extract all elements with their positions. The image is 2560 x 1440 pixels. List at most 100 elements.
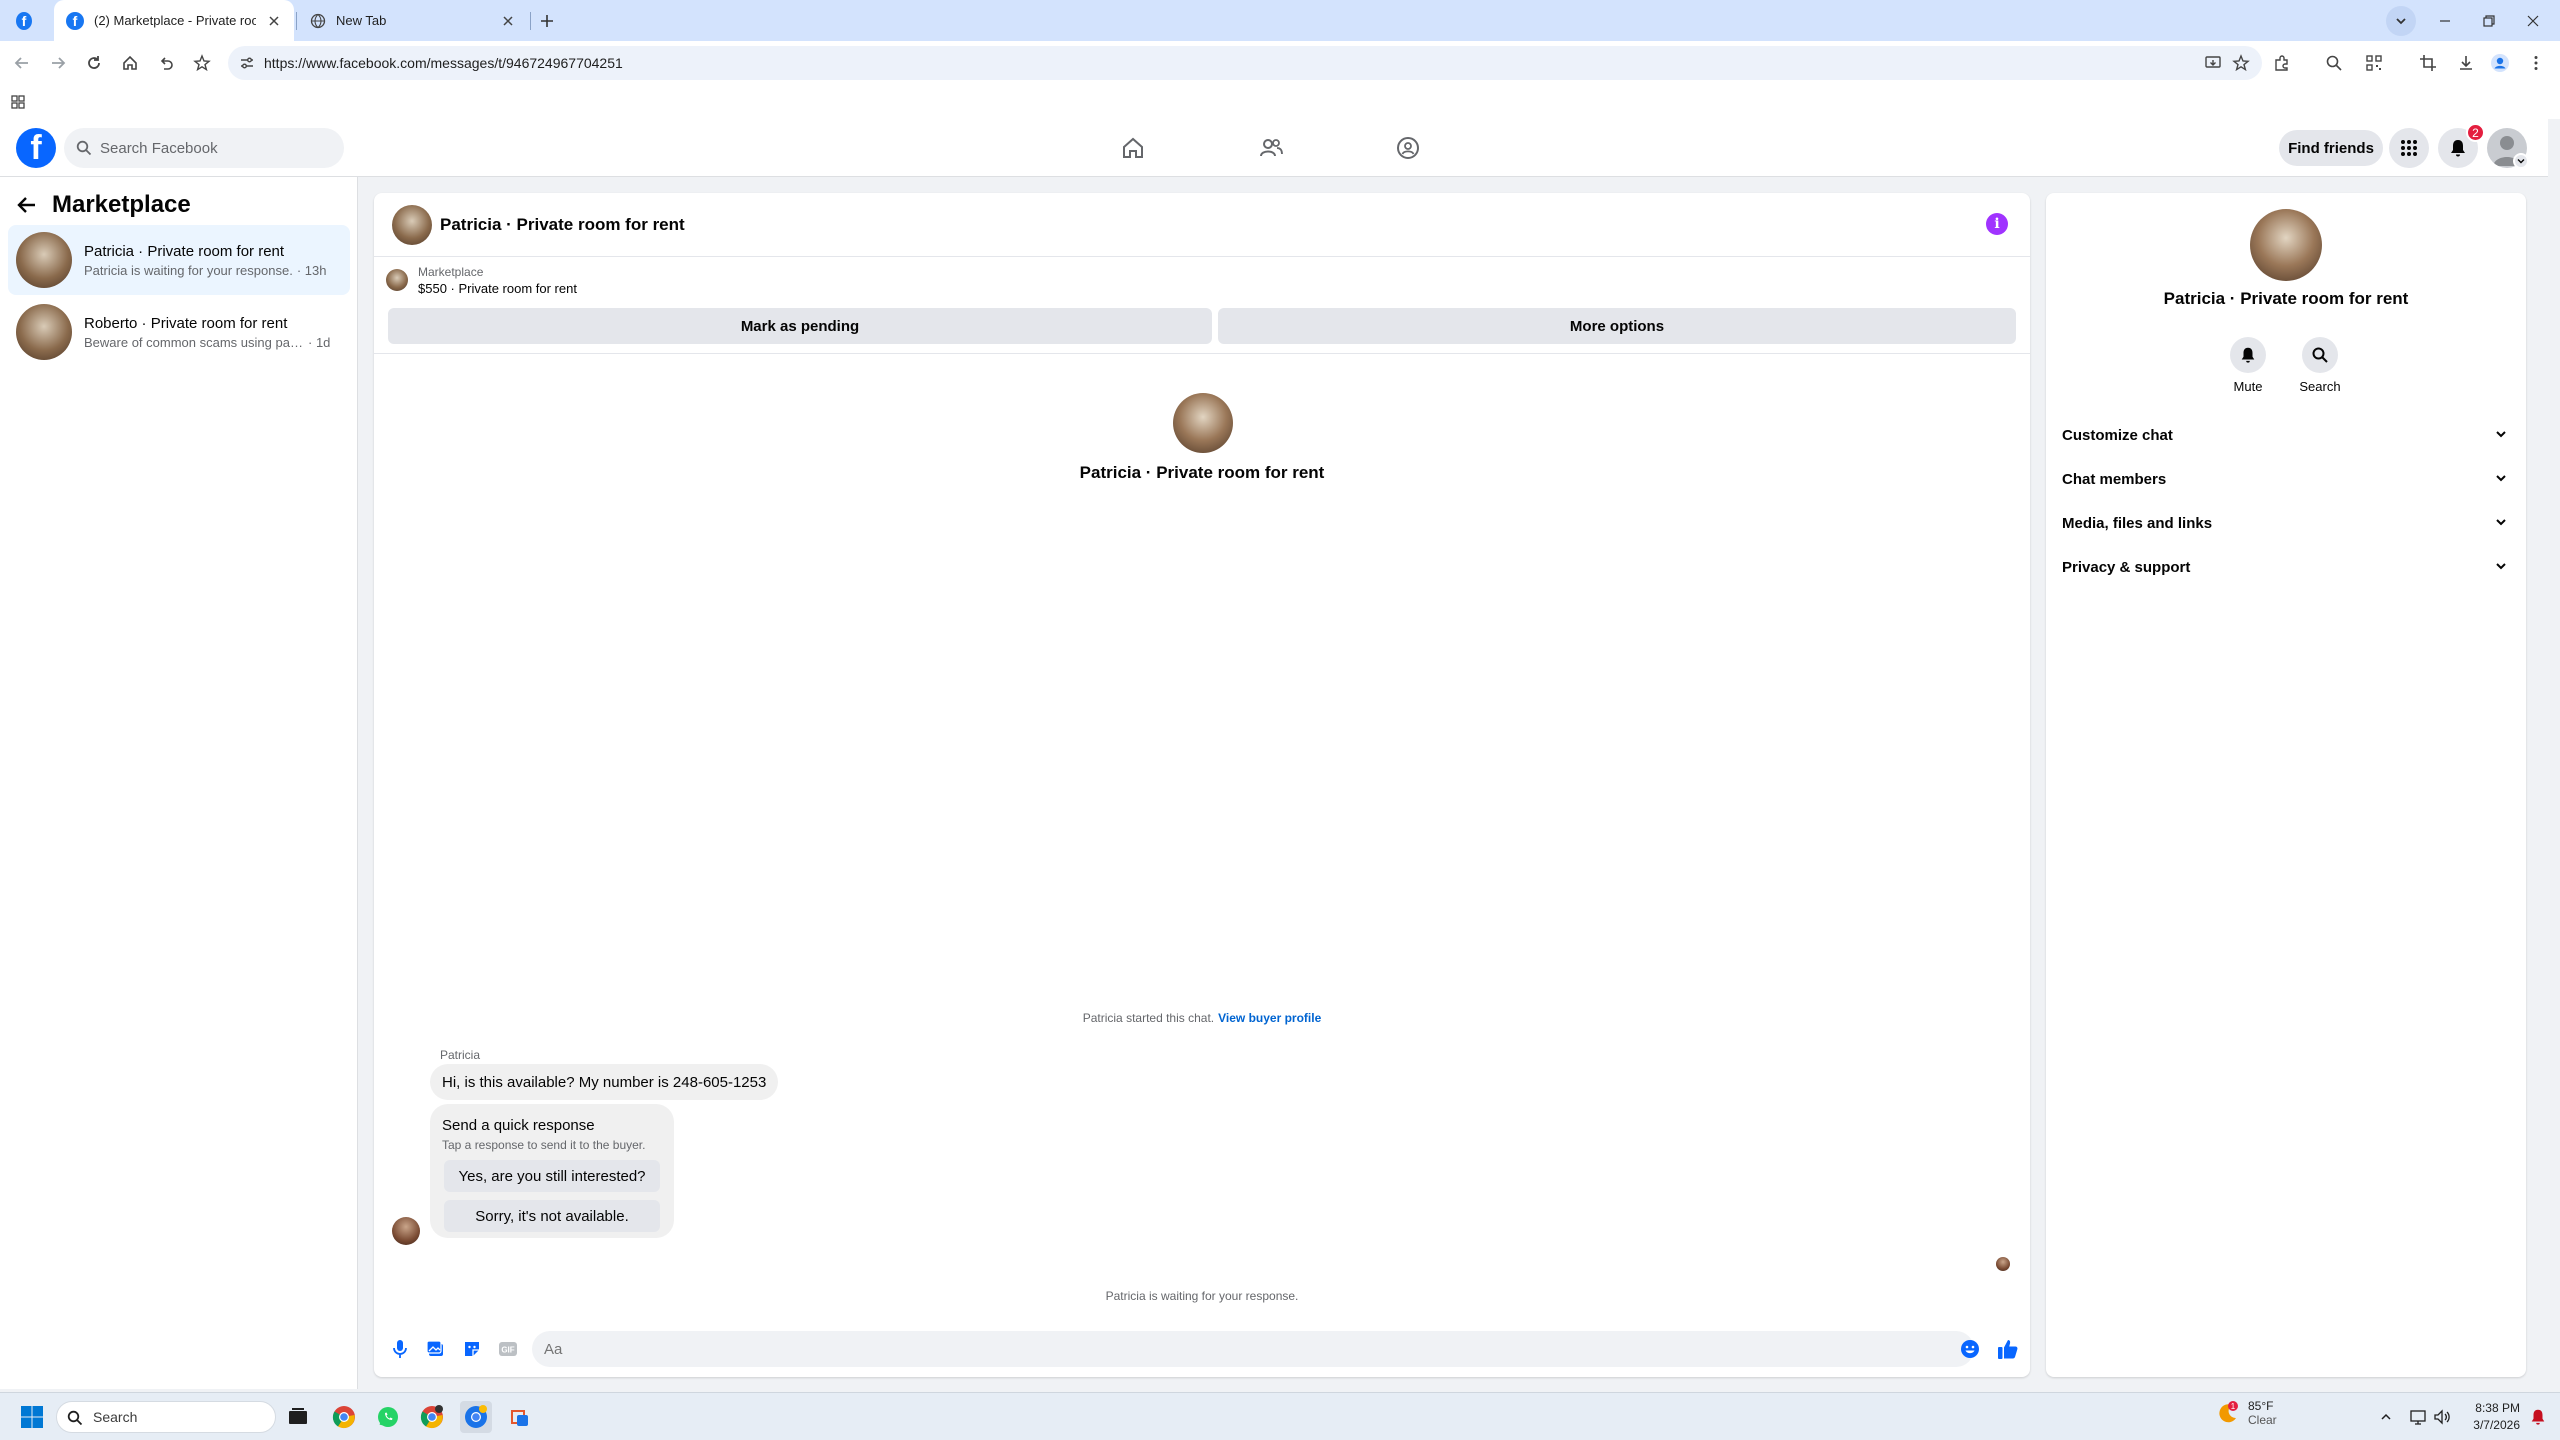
home-icon — [123, 55, 137, 70]
section-customize-chat[interactable]: Customize chat — [2054, 413, 2518, 457]
groups-icon — [1397, 137, 1419, 159]
mark-as-pending-button[interactable]: Mark as pending — [388, 308, 1212, 344]
chat-started-notice: Patricia started this chat. View buyer pr… — [374, 1011, 2030, 1025]
close-icon[interactable] — [266, 13, 282, 29]
attach-media-button[interactable] — [424, 1337, 448, 1361]
start-button[interactable] — [16, 1401, 48, 1433]
notification-center-button[interactable] — [2522, 1401, 2554, 1433]
chrome-icon — [465, 1405, 487, 1428]
restore-button[interactable] — [2474, 6, 2504, 36]
conversation-item[interactable]: Patricia · Private room for rent Patrici… — [8, 225, 350, 295]
gif-icon: GIF — [499, 1342, 517, 1356]
sticker-button[interactable] — [460, 1337, 484, 1361]
listing-thumbnail — [386, 269, 408, 291]
system-clock[interactable]: 8:38 PM 3/7/2026 — [2468, 1400, 2520, 1434]
tab-marketplace[interactable]: f (2) Marketplace - Private room f — [54, 0, 294, 41]
menu-button[interactable] — [2389, 128, 2429, 168]
chat-panel: Patricia · Private room for rent i Marke… — [374, 193, 2030, 1377]
qr-button[interactable] — [2360, 49, 2388, 77]
avatar[interactable] — [392, 1217, 420, 1245]
install-app-icon[interactable] — [2204, 54, 2222, 72]
profile-button[interactable] — [2486, 49, 2514, 77]
mute-button[interactable]: Mute — [2218, 337, 2278, 394]
chat-title[interactable]: Patricia · Private room for rent — [440, 215, 685, 235]
chrome-icon — [332, 1406, 355, 1429]
show-hidden-icons-button[interactable] — [2370, 1401, 2402, 1433]
voice-clip-button[interactable] — [388, 1337, 412, 1361]
listing-summary[interactable]: Marketplace $550 · Private room for rent — [386, 265, 577, 296]
gif-button[interactable]: GIF — [496, 1337, 520, 1361]
forward-button[interactable] — [44, 49, 72, 77]
facebook-logo[interactable]: f — [16, 128, 56, 168]
extensions-button[interactable] — [2268, 49, 2296, 77]
home-icon — [1123, 137, 1143, 158]
undo-button[interactable] — [152, 49, 180, 77]
plus-icon — [541, 15, 553, 27]
chrome-profile-taskbar-app[interactable] — [416, 1401, 448, 1433]
new-tab-button[interactable] — [532, 6, 562, 36]
message-bubble[interactable]: Hi, is this available? My number is 248-… — [430, 1064, 779, 1100]
menu-button[interactable] — [2522, 49, 2550, 77]
account-caret[interactable] — [2513, 153, 2529, 169]
back-button[interactable] — [8, 49, 36, 77]
reload-button[interactable] — [80, 49, 108, 77]
tab-search-button[interactable] — [2386, 6, 2416, 36]
snipping-tool-taskbar-app[interactable] — [504, 1401, 536, 1433]
network-icon — [2410, 1410, 2426, 1425]
taskbar-search[interactable]: Search — [56, 1401, 276, 1433]
site-info-icon[interactable] — [238, 54, 256, 72]
section-privacy-support[interactable]: Privacy & support — [2054, 545, 2518, 589]
chevron-down-icon — [2496, 519, 2506, 526]
section-media-files-links[interactable]: Media, files and links — [2054, 501, 2518, 545]
minimize-icon — [2440, 20, 2450, 22]
search-label: Search — [2299, 379, 2341, 394]
search-in-chat-button[interactable]: Search — [2290, 337, 2350, 394]
like-send-button[interactable] — [1996, 1337, 2020, 1361]
message-input[interactable] — [532, 1331, 1974, 1367]
close-icon[interactable] — [500, 13, 516, 29]
quick-response-title: Send a quick response — [442, 1117, 595, 1134]
nav-friends[interactable] — [1254, 131, 1288, 165]
task-view-button[interactable] — [282, 1401, 314, 1433]
windows-logo-icon — [21, 1406, 43, 1428]
quick-response-option[interactable]: Sorry, it's not available. — [444, 1200, 660, 1232]
weather-condition: Clear — [2248, 1413, 2277, 1427]
avatar[interactable] — [2250, 209, 2322, 281]
section-chat-members[interactable]: Chat members — [2054, 457, 2518, 501]
chrome-active-taskbar-app[interactable] — [460, 1401, 492, 1433]
tab-new-tab[interactable]: New Tab — [298, 0, 528, 41]
conversation-item[interactable]: Roberto · Private room for rent Beware o… — [8, 297, 350, 367]
menu-grid-icon — [2401, 140, 2417, 156]
nav-home[interactable] — [1116, 131, 1150, 165]
pinned-tab[interactable]: f — [16, 0, 32, 41]
nav-groups[interactable] — [1391, 131, 1425, 165]
bookmark-star-button[interactable] — [188, 49, 216, 77]
emoji-button[interactable] — [1958, 1337, 1982, 1361]
chrome-taskbar-app[interactable] — [328, 1401, 360, 1433]
find-friends-button[interactable]: Find friends — [2279, 130, 2383, 166]
info-icon[interactable]: i — [1986, 213, 2008, 235]
chevron-down-icon — [2517, 159, 2525, 164]
view-buyer-profile-link[interactable]: View buyer profile — [1218, 1011, 1321, 1025]
home-button[interactable] — [116, 49, 144, 77]
zoom-button[interactable] — [2320, 49, 2348, 77]
address-bar[interactable]: https://www.facebook.com/messages/t/9467… — [228, 46, 2262, 80]
apps-grid-icon — [11, 95, 25, 109]
facebook-search[interactable]: Search Facebook — [64, 128, 344, 168]
quick-response-option[interactable]: Yes, are you still interested? — [444, 1160, 660, 1192]
star-icon[interactable] — [2232, 54, 2250, 72]
window-close-button[interactable] — [2518, 6, 2548, 36]
minimize-button[interactable] — [2430, 6, 2460, 36]
volume-button[interactable] — [2426, 1401, 2458, 1433]
back-arrow-icon[interactable] — [16, 194, 38, 216]
section-label: Chat members — [2062, 470, 2167, 488]
weather-widget[interactable]: 1 85°F Clear — [2216, 1399, 2277, 1427]
tab-separator — [530, 12, 531, 30]
more-options-button[interactable]: More options — [1218, 308, 2016, 344]
whatsapp-taskbar-app[interactable] — [372, 1401, 404, 1433]
crop-button[interactable] — [2414, 49, 2442, 77]
downloads-button[interactable] — [2452, 49, 2480, 77]
apps-shortcut[interactable] — [10, 94, 26, 110]
avatar[interactable] — [392, 205, 432, 245]
avatar[interactable] — [1173, 393, 1233, 453]
